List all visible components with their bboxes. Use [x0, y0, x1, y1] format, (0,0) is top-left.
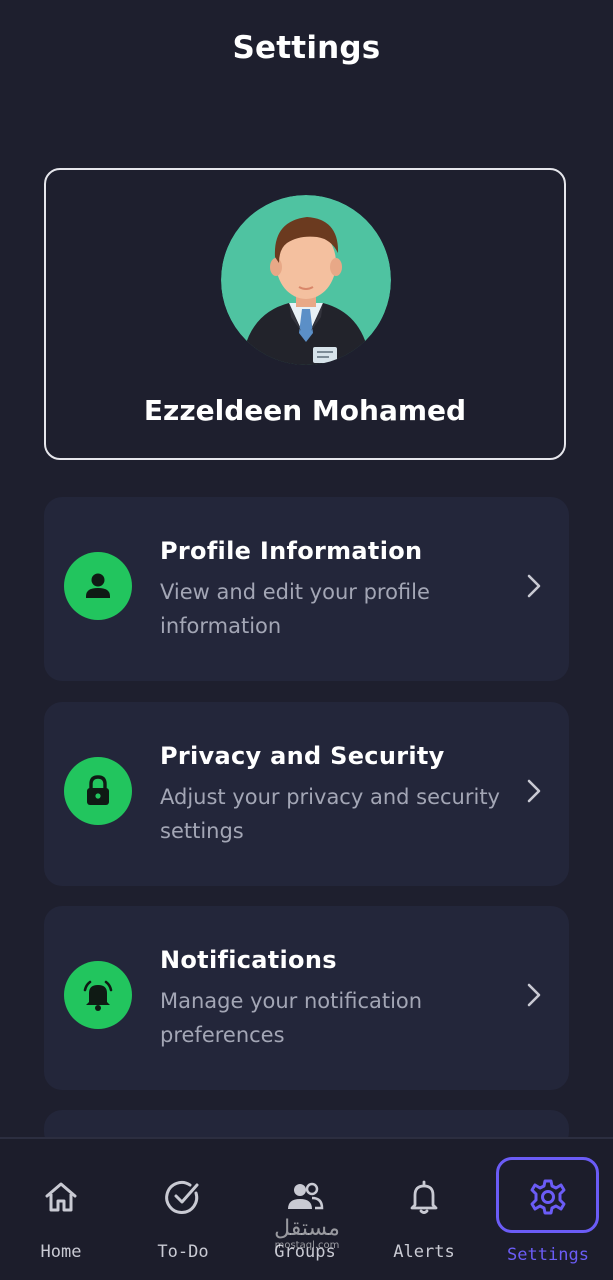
- lock-icon: [64, 757, 132, 825]
- nav-item-groups[interactable]: Groups: [244, 1149, 366, 1274]
- watermark: مستقل mostaql.com: [264, 1218, 350, 1252]
- bottom-navigation: Home To-Do Groups Alerts Settings: [0, 1137, 613, 1280]
- settings-item-profile-information[interactable]: Profile Information View and edit your p…: [44, 497, 569, 681]
- gear-icon: [530, 1179, 566, 1215]
- nav-label: Home: [40, 1242, 82, 1262]
- person-icon: [64, 552, 132, 620]
- settings-screen: Settings Ezzeldeen Mohamed Profile Infor…: [0, 0, 613, 1280]
- nav-item-home[interactable]: Home: [0, 1149, 122, 1274]
- chevron-right-icon: [527, 574, 541, 598]
- settings-item-notifications[interactable]: Notifications Manage your notification p…: [44, 906, 569, 1090]
- chevron-right-icon: [527, 983, 541, 1007]
- nav-item-todo[interactable]: To-Do: [122, 1149, 244, 1274]
- businessman-avatar-icon: [221, 195, 391, 365]
- nav-label: To-Do: [157, 1242, 209, 1262]
- bell-ring-icon: [64, 961, 132, 1029]
- page-title: Settings: [232, 30, 381, 66]
- chevron-right-icon: [527, 779, 541, 803]
- settings-item-title: Notifications: [160, 946, 337, 974]
- avatar: [221, 195, 391, 365]
- settings-item-description: Adjust your privacy and security setting…: [160, 785, 500, 843]
- profile-name: Ezzeldeen Mohamed: [143, 394, 467, 427]
- settings-item-privacy-security[interactable]: Privacy and Security Adjust your privacy…: [44, 702, 569, 886]
- settings-item-description: Manage your notification preferences: [160, 989, 423, 1047]
- nav-label: Settings: [507, 1245, 589, 1265]
- settings-item-title: Privacy and Security: [160, 742, 445, 770]
- watermark-text: مستقل: [274, 1216, 340, 1241]
- nav-item-alerts[interactable]: Alerts: [363, 1149, 485, 1274]
- bell-icon: [410, 1180, 438, 1214]
- settings-item-description: View and edit your profile information: [160, 580, 430, 638]
- settings-item-title: Profile Information: [160, 537, 423, 565]
- check-circle-icon: [165, 1180, 199, 1214]
- nav-item-settings[interactable]: Settings: [487, 1149, 609, 1274]
- nav-label: Alerts: [393, 1242, 455, 1262]
- people-icon: [288, 1182, 324, 1210]
- watermark-subtext: mostaql.com: [274, 1240, 340, 1251]
- profile-card[interactable]: Ezzeldeen Mohamed: [44, 168, 566, 460]
- home-icon: [45, 1182, 77, 1212]
